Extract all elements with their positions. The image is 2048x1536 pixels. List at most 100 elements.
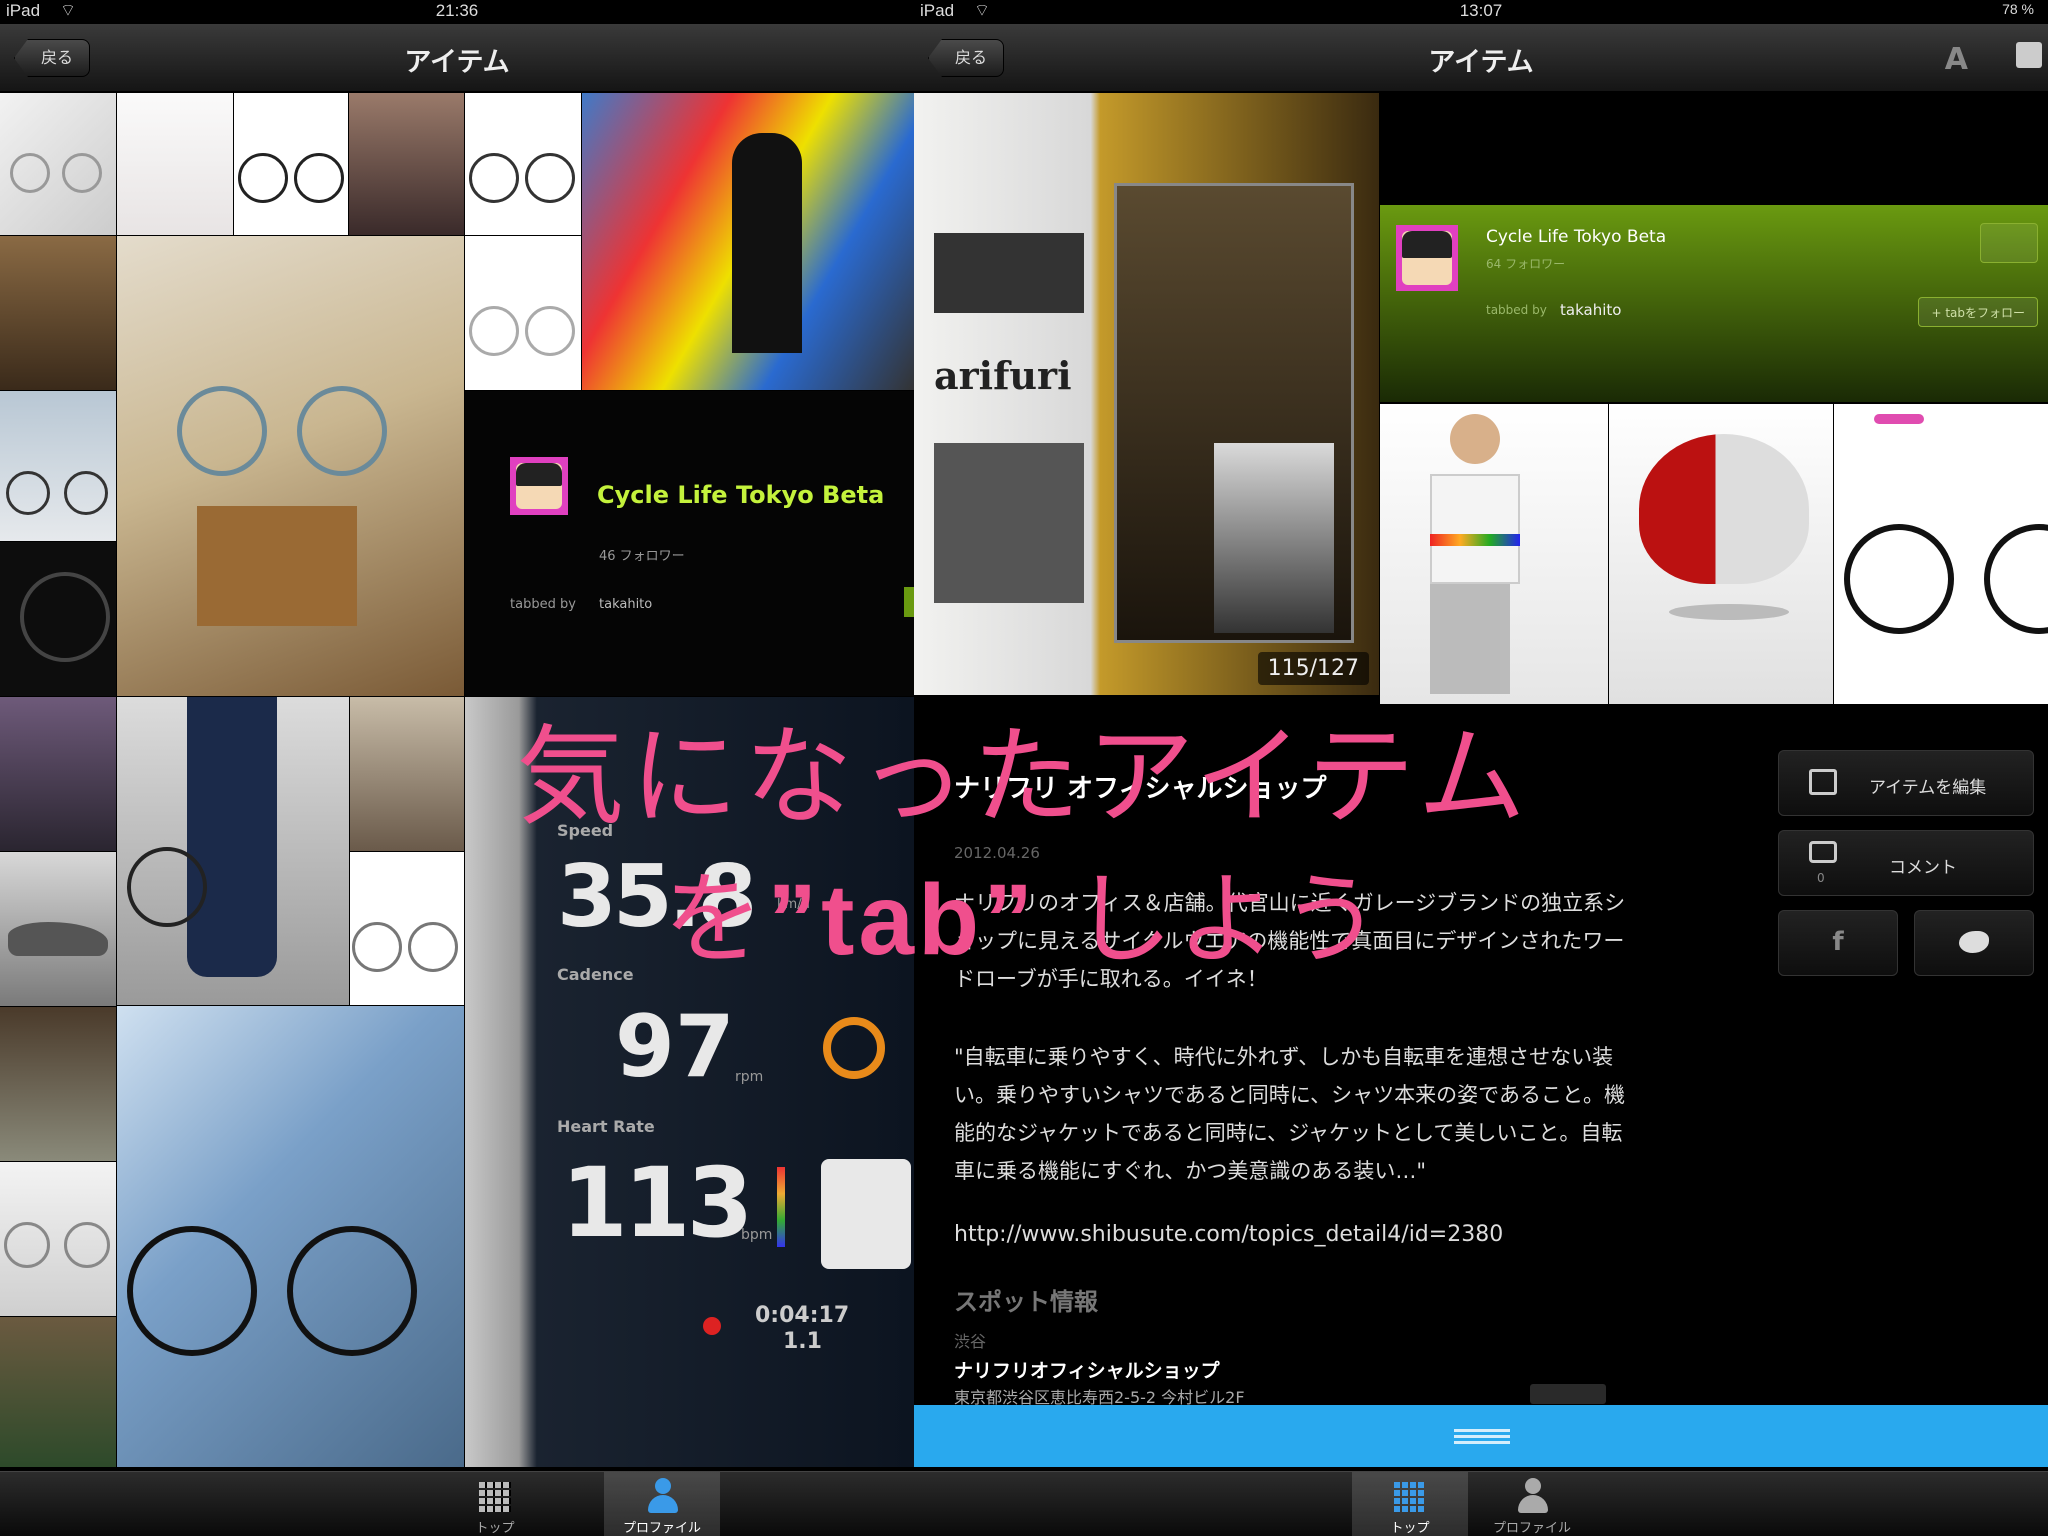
bike-thumb[interactable] bbox=[350, 852, 464, 1005]
tab-name: Cycle Life Tokyo Beta bbox=[597, 481, 885, 509]
bike-thumb[interactable] bbox=[117, 93, 233, 235]
tab-top-label: トップ bbox=[475, 1520, 515, 1535]
drawer-grip-icon bbox=[1454, 1429, 1510, 1432]
tab-profile-card[interactable]: Cycle Life Tokyo Beta 46 フォロワー tabbed by… bbox=[465, 391, 914, 696]
twitter-share-button[interactable] bbox=[1914, 910, 2034, 976]
clock: 21:36 bbox=[435, 1, 479, 20]
tabbed-by-label: tabbed by bbox=[1486, 303, 1547, 317]
comment-icon[interactable] bbox=[2016, 42, 2042, 68]
heart-rate-unit: bpm bbox=[741, 1227, 773, 1243]
bike-thumb[interactable] bbox=[0, 697, 116, 851]
bike-thumb[interactable] bbox=[234, 93, 348, 235]
bike-thumb[interactable] bbox=[0, 93, 116, 235]
left-screen: iPad ⌔ 21:36 戻る アイテム Cycle Life Tokyo Be… bbox=[0, 0, 914, 1536]
avatar bbox=[1396, 225, 1458, 291]
tab-profile-label: プロファイル bbox=[622, 1520, 701, 1535]
jeans-photo[interactable] bbox=[117, 697, 349, 1005]
spot-name: ナリフリオフィシャルショップ bbox=[954, 1360, 1220, 1382]
comment-label: コメント bbox=[1889, 858, 1957, 878]
cadence-unit: rpm bbox=[735, 1069, 764, 1085]
avatar bbox=[510, 457, 568, 515]
edit-icon bbox=[1809, 769, 1837, 795]
item-title: ナリフリ オフィシャルショップ bbox=[954, 774, 1327, 804]
heart-rate-label: Heart Rate bbox=[557, 1117, 655, 1136]
tab-top-label: トップ bbox=[1390, 1520, 1430, 1535]
bike-thumb[interactable] bbox=[465, 236, 581, 390]
comment-button[interactable]: 0 コメント bbox=[1778, 830, 2034, 896]
clock: 13:07 bbox=[1459, 1, 1503, 20]
comment-icon bbox=[1809, 841, 1837, 863]
map-button[interactable] bbox=[1530, 1384, 1606, 1404]
twitter-icon bbox=[1959, 931, 1989, 953]
drawer-handle[interactable] bbox=[914, 1405, 2048, 1467]
item-date: 2012.04.26 bbox=[954, 844, 1040, 862]
building-bike-photo[interactable] bbox=[117, 1006, 464, 1467]
nav-bar: 戻る アイテム A bbox=[914, 24, 2048, 92]
comment-count: 0 bbox=[1817, 871, 1825, 885]
page-title: アイテム bbox=[404, 47, 510, 78]
cadence-label: Cadence bbox=[557, 965, 634, 984]
bike-thumb[interactable] bbox=[465, 93, 581, 235]
helmet-photo[interactable] bbox=[1609, 404, 1833, 704]
jersey-photo[interactable] bbox=[1380, 404, 1608, 704]
status-bar: iPad ⌔ 13:07 78 % bbox=[914, 0, 2048, 24]
tab-profile-card[interactable]: Cycle Life Tokyo Beta 64 フォロワー tabbed by… bbox=[1380, 205, 2048, 402]
tab-name: Cycle Life Tokyo Beta bbox=[1486, 227, 1667, 247]
shop-front-photo[interactable]: arifuri 115/127 bbox=[914, 93, 1379, 695]
follower-count: 46 フォロワー bbox=[599, 549, 685, 564]
facebook-icon: f bbox=[1832, 927, 1844, 957]
bike-share-photo[interactable] bbox=[582, 93, 914, 390]
item-link[interactable]: http://www.shibusute.com/topics_detail4/… bbox=[954, 1222, 1503, 1247]
person-icon bbox=[646, 1478, 680, 1514]
tabbed-by-label: tabbed by bbox=[510, 597, 576, 612]
facebook-share-button[interactable]: f bbox=[1778, 910, 1898, 976]
grid-icon bbox=[479, 1480, 511, 1512]
status-bar: iPad ⌔ 21:36 bbox=[0, 0, 914, 24]
speed-value: 35.8 bbox=[557, 847, 757, 947]
people-thumb[interactable] bbox=[350, 697, 464, 851]
edit-item-label: アイテムを編集 bbox=[1869, 778, 1987, 798]
item-description: ナリフリのオフィス＆店舗。代官山に近くガレージブランドの独立系ショップに見えるサ… bbox=[954, 891, 1626, 991]
follower-count: 64 フォロワー bbox=[1486, 257, 1566, 271]
heart-rate-value: 113 bbox=[561, 1147, 753, 1259]
shop-thumb[interactable] bbox=[0, 236, 116, 390]
shop-interior-photo[interactable] bbox=[117, 236, 464, 696]
right-screen: iPad ⌔ 13:07 78 % 戻る アイテム A arifuri 115/… bbox=[914, 0, 2048, 1536]
spot-heading: スポット情報 bbox=[954, 1288, 1098, 1316]
follow-tab-button[interactable]: + tabをフォロー bbox=[1918, 297, 2038, 327]
tabbed-by-user: takahito bbox=[1560, 301, 1622, 319]
tab-profile[interactable]: プロファイル bbox=[604, 1472, 720, 1536]
expand-button[interactable] bbox=[1980, 223, 2038, 263]
bikes-thumb[interactable] bbox=[349, 93, 464, 235]
cadence-value: 97 bbox=[615, 997, 735, 1097]
tab-top[interactable]: トップ bbox=[437, 1472, 553, 1536]
edit-item-button[interactable]: アイテムを編集 bbox=[1778, 750, 2034, 816]
battery-percent: 78 % bbox=[2002, 1, 2034, 17]
photo-counter: 115/127 bbox=[1257, 652, 1369, 685]
bike-thumb[interactable] bbox=[0, 1162, 116, 1316]
bike-thumb[interactable] bbox=[0, 542, 116, 696]
nav-bar: 戻る アイテム bbox=[0, 24, 914, 92]
tab-profile[interactable]: プロファイル bbox=[1474, 1472, 1590, 1536]
item-quote: "自転車に乗りやすく、時代に外れず、しかも自転車を連想させない装い。乗りやすいシ… bbox=[954, 1045, 1625, 1183]
bike-photo[interactable] bbox=[1834, 404, 2048, 704]
timer-value: 0:04:17 bbox=[755, 1303, 850, 1328]
grid-icon bbox=[1394, 1480, 1426, 1512]
bike-thumb[interactable] bbox=[0, 391, 116, 541]
bike-thumb[interactable] bbox=[0, 1317, 116, 1467]
shoe-thumb[interactable] bbox=[0, 852, 116, 1006]
tab-profile-label: プロファイル bbox=[1492, 1520, 1571, 1535]
tab-bar: トップ プロファイル bbox=[0, 1471, 914, 1536]
distance-value: 1.1 bbox=[783, 1329, 822, 1354]
spot-area: 渋谷 bbox=[954, 1332, 987, 1351]
tab-top[interactable]: トップ bbox=[1352, 1472, 1468, 1536]
speed-unit: km/h bbox=[777, 897, 810, 912]
bike-thumb[interactable] bbox=[0, 1007, 116, 1161]
tabbed-by-user: takahito bbox=[599, 597, 653, 612]
font-size-button[interactable]: A bbox=[1945, 42, 1968, 77]
page-title: アイテム bbox=[1428, 47, 1534, 78]
person-icon bbox=[1516, 1478, 1550, 1514]
cycling-app-photo[interactable]: Speed 35.8 km/h Cadence 97 rpm Heart Rat… bbox=[465, 697, 914, 1467]
tab-bar: トップ プロファイル bbox=[914, 1471, 2048, 1536]
speed-label: Speed bbox=[557, 821, 614, 840]
